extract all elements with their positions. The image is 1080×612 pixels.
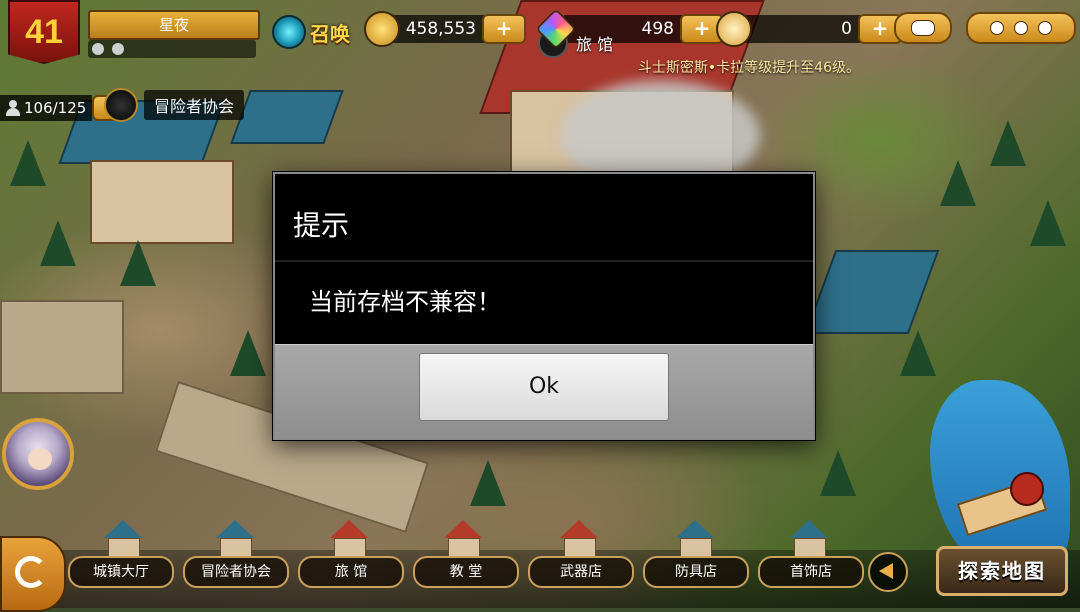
dialog-overlay: 提示 当前存档不兼容！ Ok [0, 0, 1080, 608]
dialog-footer: Ok [275, 344, 813, 439]
feather-icon [716, 11, 752, 47]
dialog-body: 当前存档不兼容！ [275, 262, 813, 344]
dialog-title: 提示 [293, 209, 350, 242]
dialog-message: 当前存档不兼容！ [309, 288, 501, 316]
gold-coin-icon [364, 11, 400, 47]
ok-button[interactable]: Ok [419, 353, 669, 421]
alert-dialog: 提示 当前存档不兼容！ Ok [273, 172, 815, 440]
dialog-header: 提示 [275, 174, 813, 262]
